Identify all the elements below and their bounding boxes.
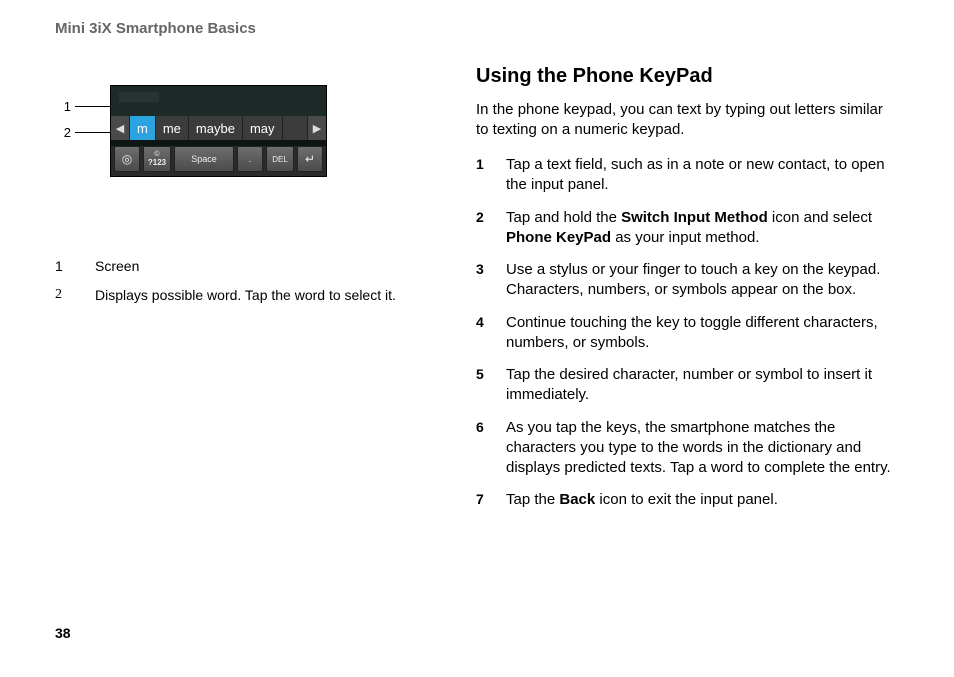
legend-text: Displays possible word. Tap the word to …	[95, 286, 440, 305]
left-column: 1 2 ◀ m me maybe may	[55, 65, 440, 523]
step-number: 5	[476, 365, 506, 406]
step-item: 3Use a stylus or your finger to touch a …	[476, 260, 899, 301]
legend-text: Screen	[95, 257, 440, 276]
numbers-key: © ?123	[143, 146, 171, 172]
step-number: 4	[476, 313, 506, 354]
running-header: Mini 3iX Smartphone Basics	[55, 20, 899, 37]
step-text: Continue touching the key to toggle diff…	[506, 313, 899, 354]
delete-key: DEL	[266, 146, 294, 172]
step-text: Tap a text field, such as in a note or n…	[506, 155, 899, 196]
legend-num: 1	[55, 257, 95, 276]
step-item: 2Tap and hold the Switch Input Method ic…	[476, 208, 899, 249]
suggestion-word: me	[156, 116, 189, 140]
prev-arrow-icon: ◀	[111, 116, 130, 140]
callout-1-line	[75, 106, 110, 107]
space-key: Space	[174, 146, 234, 172]
globe-key-icon: ◎	[114, 146, 140, 172]
legend-num: 2	[55, 286, 95, 305]
keypad-shortcut-row: ◎ © ?123 Space . DEL ↵	[111, 146, 326, 176]
step-number: 3	[476, 260, 506, 301]
phone-mockup: ◀ m me maybe may ▶ ◎ © ?123 Space	[110, 85, 327, 177]
figure-legend: 1 Screen 2 Displays possible word. Tap t…	[55, 257, 440, 305]
suggestion-word: m	[130, 116, 156, 140]
callout-2-label: 2	[64, 125, 71, 140]
phone-screen-area	[111, 86, 326, 116]
callout-1-label: 1	[64, 99, 71, 114]
step-text: Tap and hold the Switch Input Method ico…	[506, 208, 899, 249]
enter-key-icon: ↵	[297, 146, 323, 172]
period-key: .	[237, 146, 263, 172]
step-text: Tap the Back icon to exit the input pane…	[506, 490, 899, 510]
step-item: 4Continue touching the key to toggle dif…	[476, 313, 899, 354]
suggestion-word: maybe	[189, 116, 243, 140]
step-number: 7	[476, 490, 506, 510]
page-number: 38	[55, 625, 71, 641]
steps-list: 1Tap a text field, such as in a note or …	[476, 155, 899, 511]
suggestion-bar: ◀ m me maybe may ▶	[111, 116, 326, 140]
step-text: Tap the desired character, number or sym…	[506, 365, 899, 406]
next-arrow-icon: ▶	[307, 116, 326, 140]
section-title: Using the Phone KeyPad	[476, 65, 899, 88]
callout-2-line	[75, 132, 110, 133]
section-intro: In the phone keypad, you can text by typ…	[476, 100, 899, 139]
step-item: 5Tap the desired character, number or sy…	[476, 365, 899, 406]
step-number: 2	[476, 208, 506, 249]
step-item: 6As you tap the keys, the smartphone mat…	[476, 418, 899, 479]
step-number: 1	[476, 155, 506, 196]
step-text: Use a stylus or your finger to touch a k…	[506, 260, 899, 301]
step-item: 7Tap the Back icon to exit the input pan…	[476, 490, 899, 510]
step-number: 6	[476, 418, 506, 479]
right-column: Using the Phone KeyPad In the phone keyp…	[476, 65, 899, 523]
step-text: As you tap the keys, the smartphone matc…	[506, 418, 899, 479]
step-item: 1Tap a text field, such as in a note or …	[476, 155, 899, 196]
keypad-figure: 1 2 ◀ m me maybe may	[55, 85, 440, 177]
suggestion-word: may	[243, 116, 283, 140]
